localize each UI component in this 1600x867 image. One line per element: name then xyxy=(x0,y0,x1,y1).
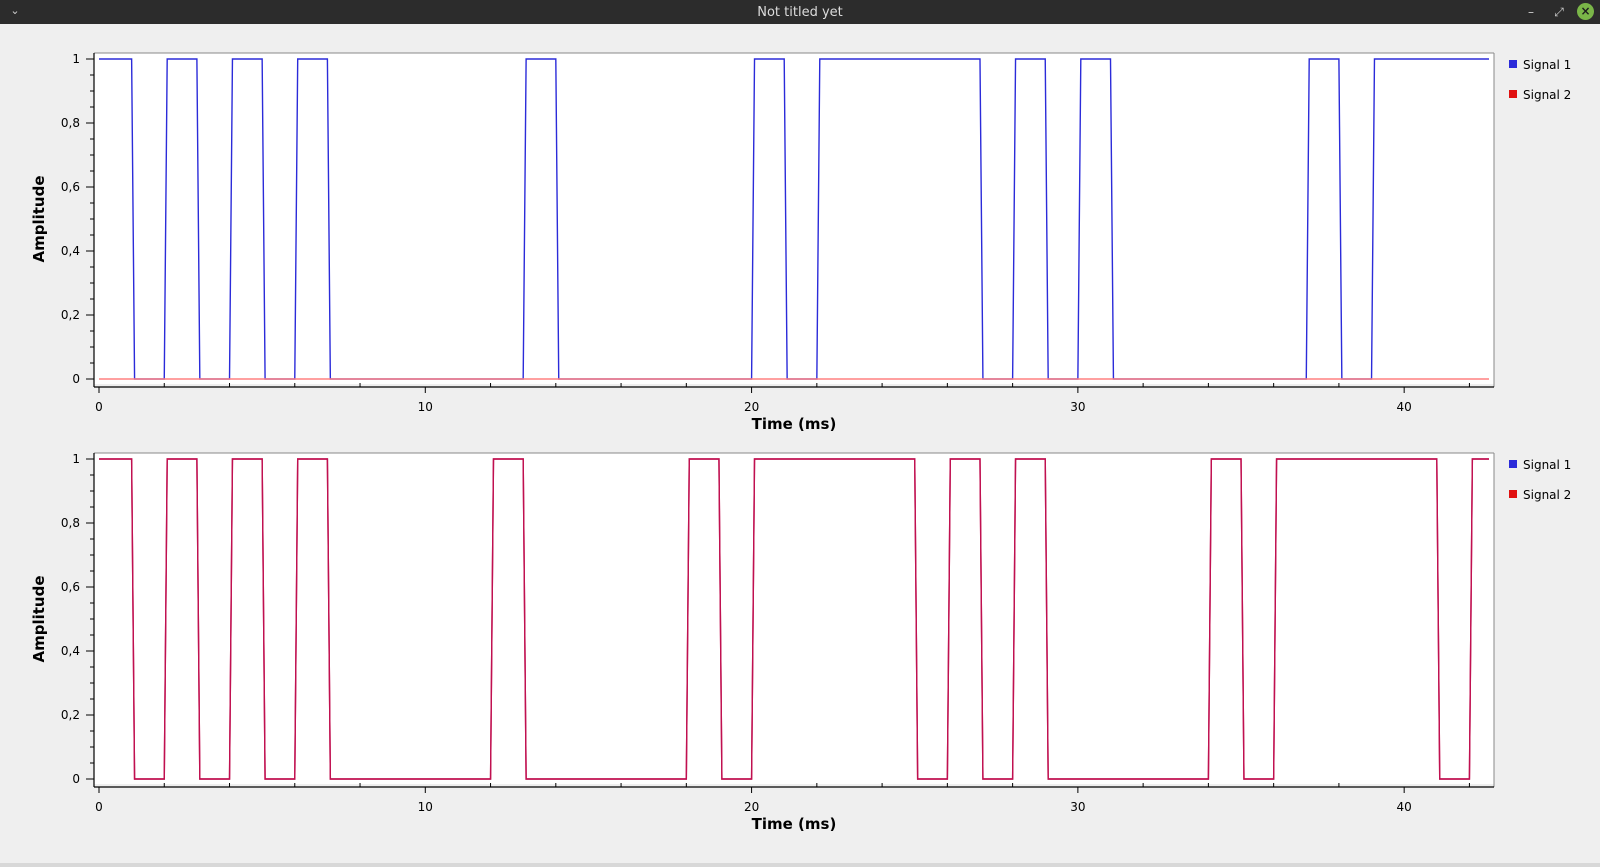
legend-swatch-signal-1[interactable] xyxy=(1509,60,1517,68)
y-tick-label: 0 xyxy=(72,372,80,386)
close-icon[interactable]: × xyxy=(1577,3,1594,20)
window-title: Not titled yet xyxy=(757,4,843,20)
x-tick-label: 0 xyxy=(95,800,103,814)
x-axis-label: Time (ms) xyxy=(752,415,837,433)
legend-swatch-signal-1[interactable] xyxy=(1509,460,1517,468)
window-bottom-edge xyxy=(0,863,1600,867)
y-axis-label: Amplitude xyxy=(30,575,48,662)
y-tick-label: 1 xyxy=(72,452,80,466)
plot-area xyxy=(94,53,1494,384)
x-tick-label: 10 xyxy=(418,400,433,414)
x-tick-label: 40 xyxy=(1397,800,1412,814)
window-titlebar: ⌄ Not titled yet – ⤢ × xyxy=(0,0,1600,24)
x-tick-label: 30 xyxy=(1070,400,1085,414)
y-tick-label: 0,8 xyxy=(61,516,80,530)
x-tick-label: 30 xyxy=(1070,800,1085,814)
y-tick-label: 0,4 xyxy=(61,644,80,658)
legend-label-signal-2[interactable]: Signal 2 xyxy=(1523,488,1571,502)
window-menu-icon[interactable]: ⌄ xyxy=(6,2,24,20)
y-tick-label: 0,6 xyxy=(61,180,80,194)
time-plot-top: 0 0,2 0,4 0,6 0,8 1 Amplitude 0 10 20 30 40 Time (ms… xyxy=(30,52,1571,433)
y-axis-label: Amplitude xyxy=(30,175,48,262)
legend-label-signal-1[interactable]: Signal 1 xyxy=(1523,58,1571,72)
x-tick-label: 20 xyxy=(744,400,759,414)
legend-swatch-signal-2[interactable] xyxy=(1509,90,1517,98)
legend-label-signal-2[interactable]: Signal 2 xyxy=(1523,88,1571,102)
y-tick-label: 0,2 xyxy=(61,708,80,722)
y-tick-label: 0,8 xyxy=(61,116,80,130)
plot-area xyxy=(94,453,1494,784)
x-tick-label: 0 xyxy=(95,400,103,414)
legend-label-signal-1[interactable]: Signal 1 xyxy=(1523,458,1571,472)
y-tick-label: 0,6 xyxy=(61,580,80,594)
x-tick-label: 40 xyxy=(1397,400,1412,414)
x-tick-label: 20 xyxy=(744,800,759,814)
x-axis-label: Time (ms) xyxy=(752,815,837,833)
y-tick-label: 1 xyxy=(72,52,80,66)
minimize-icon[interactable]: – xyxy=(1522,3,1540,21)
time-plot-bottom: 0 0,2 0,4 0,6 0,8 1 Amplitude 0 10 20 30 40 Time (ms… xyxy=(30,452,1571,833)
x-tick-label: 10 xyxy=(418,800,433,814)
y-tick-label: 0,2 xyxy=(61,308,80,322)
y-tick-label: 0,4 xyxy=(61,244,80,258)
legend-swatch-signal-2[interactable] xyxy=(1509,490,1517,498)
y-tick-label: 0 xyxy=(72,772,80,786)
maximize-icon[interactable]: ⤢ xyxy=(1550,3,1568,21)
